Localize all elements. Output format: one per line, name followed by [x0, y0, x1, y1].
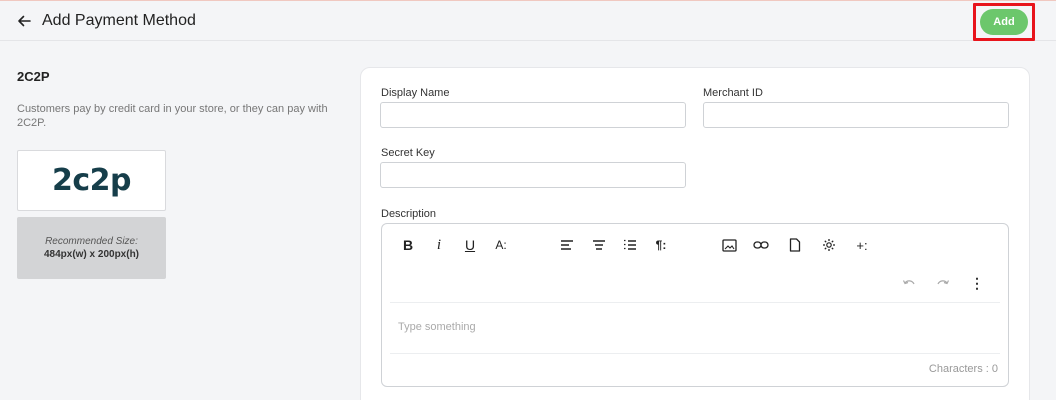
display-name-label: Display Name: [381, 87, 450, 99]
more-tools-button[interactable]: +:: [851, 234, 873, 256]
bold-button[interactable]: B: [397, 234, 419, 256]
redo-button[interactable]: [932, 272, 954, 294]
gear-icon: [823, 239, 835, 251]
editor-divider-top: [390, 302, 1000, 303]
recommended-size-label: Recommended Size:: [45, 236, 138, 247]
secret-key-input[interactable]: [380, 162, 686, 188]
editor-divider-bottom: [390, 353, 1000, 354]
align-center-button[interactable]: [588, 234, 610, 256]
character-count: Characters : 0: [928, 363, 998, 375]
image-icon: [721, 238, 737, 252]
undo-icon: [902, 280, 915, 285]
align-left-button[interactable]: [556, 234, 578, 256]
provider-title: 2C2P: [17, 69, 50, 84]
insert-file-button[interactable]: [784, 234, 806, 256]
merchant-id-label: Merchant ID: [703, 87, 763, 99]
page-header: Add Payment Method: [0, 1, 1056, 41]
insert-link-button[interactable]: [750, 234, 772, 256]
font-size-button[interactable]: A:: [490, 234, 512, 256]
redo-icon: [937, 280, 950, 285]
arrow-left-icon[interactable]: [16, 13, 32, 29]
display-name-input[interactable]: [380, 102, 686, 128]
recommended-size-value: 484px(w) x 200px(h): [43, 249, 140, 260]
italic-button[interactable]: i: [428, 234, 450, 256]
provider-description: Customers pay by credit card in your sto…: [17, 103, 328, 129]
secret-key-label: Secret Key: [381, 147, 435, 159]
list-button[interactable]: [619, 234, 641, 256]
description-editor[interactable]: B i U A: ¶: +: ⋮ Type something Characte…: [381, 223, 1009, 387]
align-center-icon: [593, 240, 605, 250]
add-button[interactable]: Add: [980, 9, 1028, 35]
link-icon: [753, 241, 769, 249]
description-label: Description: [381, 208, 437, 220]
underline-button[interactable]: U: [459, 234, 481, 256]
merchant-id-input[interactable]: [703, 102, 1009, 128]
ordered-list-icon: [624, 239, 636, 250]
insert-image-button[interactable]: [718, 234, 740, 256]
editor-placeholder[interactable]: Type something: [398, 321, 476, 333]
align-left-icon: [561, 240, 573, 250]
logo-size-hint: Recommended Size: 484px(w) x 200px(h): [17, 217, 166, 279]
file-icon: [789, 238, 801, 252]
provider-logo-text: 2c2p: [51, 163, 132, 198]
settings-button[interactable]: [818, 234, 840, 256]
page-title: Add Payment Method: [42, 12, 196, 29]
provider-logo[interactable]: 2c2p: [17, 150, 166, 211]
overflow-menu-button[interactable]: ⋮: [966, 272, 988, 294]
undo-button[interactable]: [898, 272, 920, 294]
paragraph-button[interactable]: ¶:: [650, 234, 672, 256]
